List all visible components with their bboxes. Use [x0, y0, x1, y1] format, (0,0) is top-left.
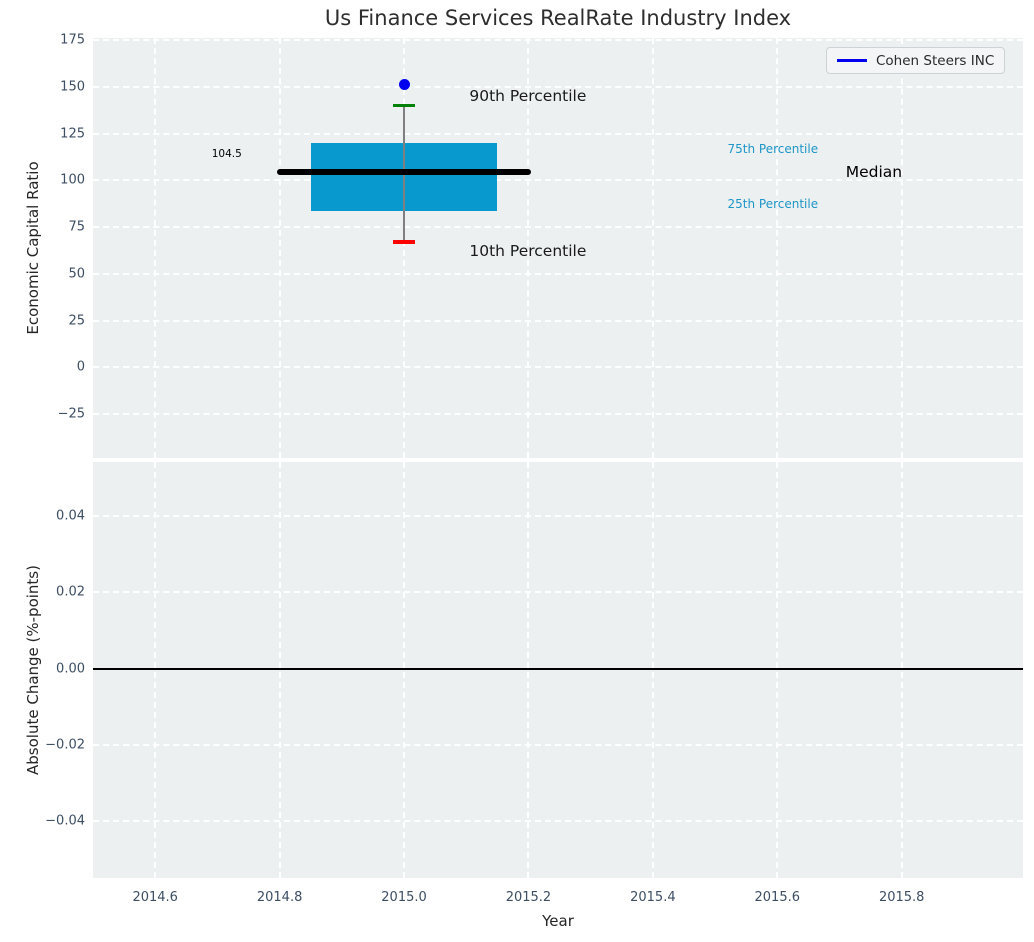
y-tick-label: −0.04 [45, 813, 85, 829]
gridline-horizontal [93, 515, 1023, 518]
gridline-vertical [900, 462, 903, 878]
axes-economic-capital-ratio: 104.5 90th Percentile 10th Percentile 75th … [93, 38, 1023, 458]
x-tick-label: 2015.4 [630, 890, 676, 905]
y-tick-label: −0.02 [45, 737, 85, 753]
gridline-horizontal [93, 366, 1023, 369]
chart-title: Us Finance Services RealRate Industry In… [324, 6, 792, 30]
legend-line-icon [837, 59, 867, 62]
y-tick-label: 0 [76, 359, 85, 375]
gridline-vertical [278, 38, 281, 458]
legend-label: Cohen Steers INC [876, 52, 995, 69]
gridline-horizontal [93, 132, 1023, 135]
y-tick-label: 0.02 [56, 584, 85, 600]
annotation-75th-percentile: 75th Percentile [727, 141, 819, 156]
y-tick-label: 50 [68, 266, 85, 282]
gridline-horizontal [93, 39, 1023, 42]
annotation-25th-percentile: 25th Percentile [727, 196, 819, 211]
gridline-vertical [154, 38, 157, 458]
x-tick-label: 2014.8 [256, 890, 303, 905]
gridline-vertical [403, 38, 406, 458]
x-tick-label: 2015.6 [754, 890, 801, 905]
legend: Cohen Steers INC [826, 47, 1006, 74]
gridline-horizontal [93, 591, 1023, 594]
x-tick-label: 2014.6 [132, 890, 178, 905]
company-point-cohen-steers [398, 79, 410, 91]
axes-absolute-change [93, 462, 1023, 878]
zero-line [93, 667, 1023, 670]
x-tick-label: 2015.2 [505, 890, 552, 905]
boxplot-10th-percentile-cap [392, 240, 416, 244]
annotation-90th-percentile: 90th Percentile [469, 87, 587, 106]
annotation-104-5: 104.5 [211, 148, 242, 161]
y-axis-label-economic-capital-ratio: Economic Capital Ratio [24, 161, 42, 335]
y-axis-label-absolute-change: Absolute Change (%-points) [24, 565, 42, 775]
y-tick-label: 150 [60, 79, 85, 95]
gridline-horizontal [93, 272, 1023, 275]
gridline-vertical [403, 462, 406, 878]
gridline-vertical [154, 462, 157, 878]
y-tick-label: 75 [68, 219, 85, 235]
y-tick-label: 25 [68, 313, 85, 329]
y-tick-label: 100 [60, 172, 85, 188]
y-tick-label: −25 [57, 406, 85, 422]
gridline-horizontal [93, 820, 1023, 823]
x-tick-label: 2015.8 [878, 890, 925, 905]
y-tick-label: 175 [60, 32, 85, 48]
gridline-horizontal [93, 413, 1023, 416]
y-tick-label: 0.04 [56, 508, 85, 524]
gridline-vertical [776, 38, 779, 458]
gridline-vertical [651, 38, 654, 458]
boxplot-90th-percentile-cap [392, 103, 416, 108]
x-tick-label: 2015.0 [381, 890, 427, 905]
gridline-vertical [278, 462, 281, 878]
gridline-horizontal [93, 743, 1023, 746]
gridline-vertical [900, 38, 903, 458]
gridline-horizontal [93, 319, 1023, 322]
y-tick-label: 125 [60, 126, 85, 142]
annotation-median: Median [845, 162, 903, 181]
gridline-vertical [527, 462, 530, 878]
figure: Us Finance Services RealRate Industry In… [0, 0, 1034, 942]
gridline-horizontal [93, 226, 1023, 229]
annotation-10th-percentile: 10th Percentile [469, 242, 587, 261]
x-axis-label-year: Year [542, 912, 574, 930]
y-tick-label: 0.00 [56, 661, 85, 677]
gridline-vertical [776, 462, 779, 878]
gridline-vertical [651, 462, 654, 878]
boxplot-median-line [276, 169, 532, 175]
